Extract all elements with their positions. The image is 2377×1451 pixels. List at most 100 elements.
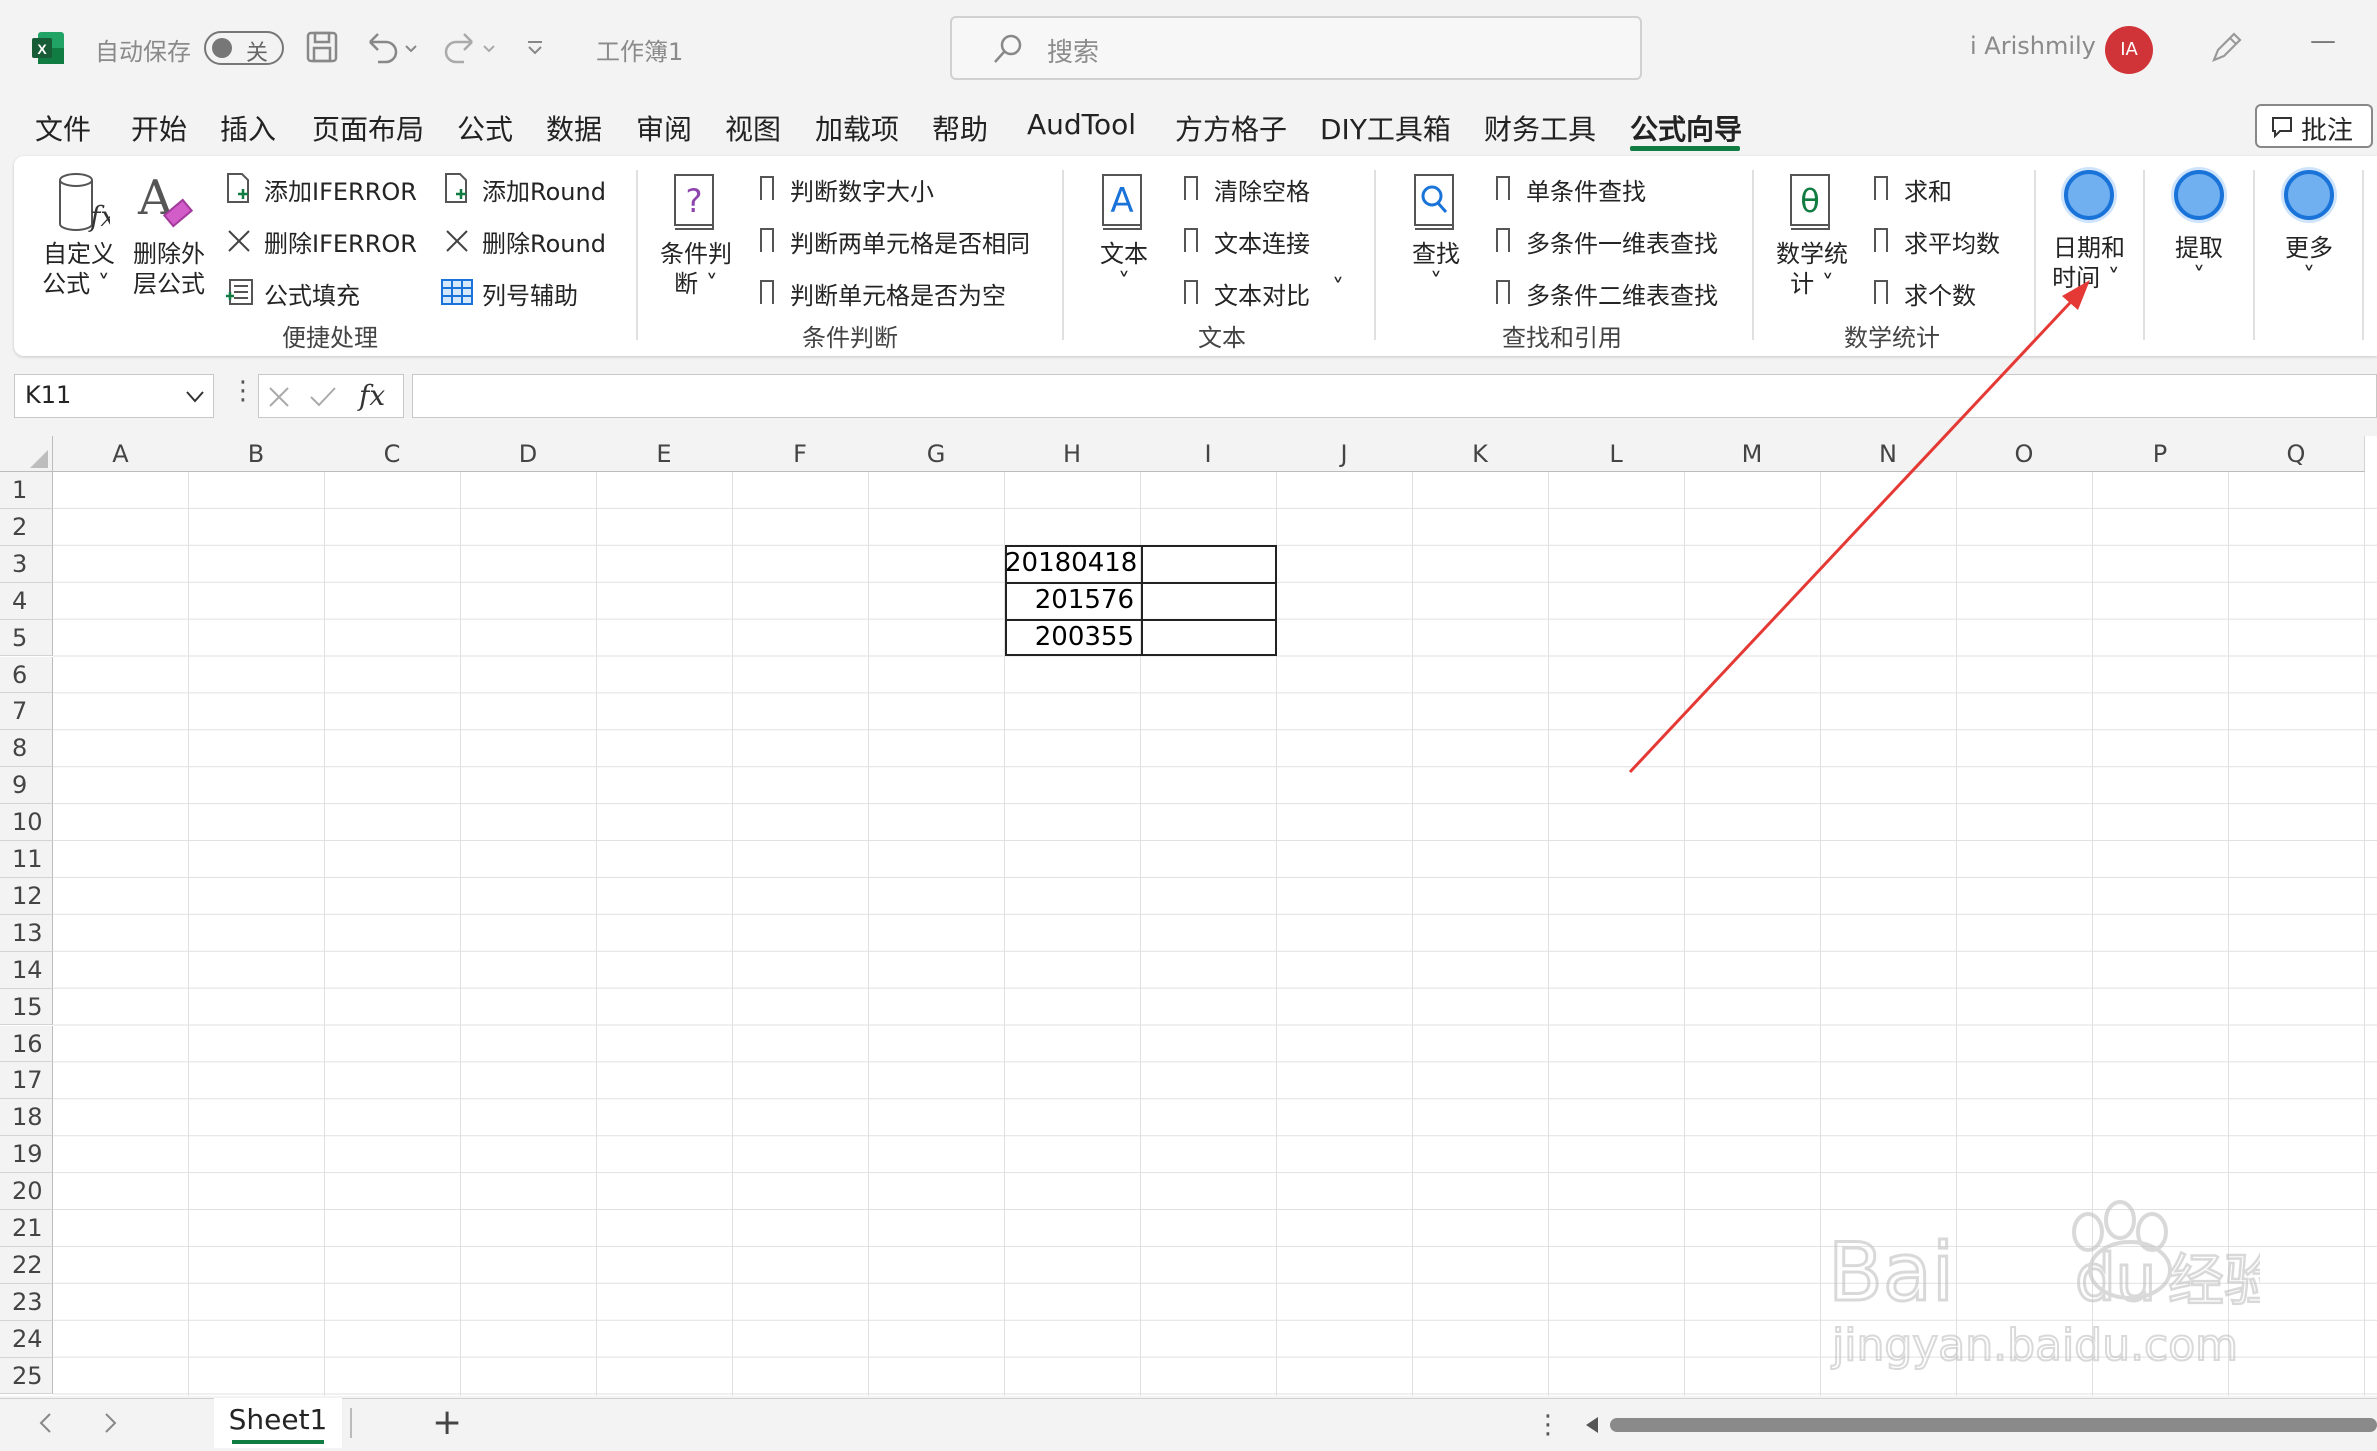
multi-condition-1d-lookup-label: 多条件一维表查找 [1526, 230, 1718, 258]
tab-data[interactable]: 数据 [546, 108, 602, 148]
tab-finance-tools[interactable]: 财务工具 [1484, 108, 1596, 148]
tab-page-layout[interactable]: 页面布局 [312, 108, 424, 148]
close-icon [228, 230, 250, 252]
scroll-left-icon[interactable] [1584, 1416, 1600, 1434]
custom-formula-label-1: 自定义 [43, 240, 115, 268]
row-header-24[interactable]: 24 [0, 1320, 53, 1358]
fill-formula-label: 公式填充 [264, 282, 360, 310]
tab-view[interactable]: 视图 [725, 108, 781, 148]
lookup-button[interactable]: 查找 ˅ [1396, 170, 1476, 305]
avatar[interactable]: IA [2105, 26, 2153, 74]
tab-fangfang[interactable]: 方方格子 [1175, 108, 1287, 148]
custom-formula-button[interactable]: fx 自定义 公式 ˅ [40, 170, 118, 305]
row-header-4[interactable]: 4 [0, 582, 53, 620]
column-header-g[interactable]: G [868, 436, 1005, 472]
row-header-12[interactable]: 12 [0, 877, 53, 915]
pen-icon[interactable] [2208, 28, 2246, 70]
chevron-right-icon[interactable] [100, 1412, 120, 1434]
row-header-7[interactable]: 7 [0, 693, 53, 731]
group-separator [2143, 170, 2145, 340]
column-header-c[interactable]: C [324, 436, 461, 472]
single-condition-lookup-label: 单条件查找 [1526, 178, 1646, 206]
tab-help[interactable]: 帮助 [932, 108, 988, 148]
cancel-icon[interactable] [267, 385, 291, 409]
chevron-down-icon[interactable] [185, 389, 205, 405]
row-header-21[interactable]: 21 [0, 1210, 53, 1247]
row-header-5[interactable]: 5 [0, 619, 53, 657]
svg-text:?: ? [686, 182, 703, 220]
row-header-15[interactable]: 15 [0, 988, 53, 1026]
tab-insert[interactable]: 插入 [220, 108, 276, 148]
comment-button[interactable]: 批注 [2255, 104, 2373, 148]
name-box[interactable]: K11 [14, 374, 214, 418]
horizontal-scrollbar[interactable] [1610, 1418, 2377, 1432]
row-header-11[interactable]: 11 [0, 841, 53, 878]
insert-function-icon[interactable]: fx [359, 379, 385, 412]
save-icon[interactable] [305, 30, 339, 68]
group-label-text: 文本 [1198, 324, 1246, 352]
tab-file[interactable]: 文件 [35, 108, 91, 148]
row-header-13[interactable]: 13 [0, 914, 53, 952]
column-header-p[interactable]: P [2092, 436, 2229, 472]
chevron-down-icon[interactable]: ˅ [1332, 274, 1344, 302]
tab-home[interactable]: 开始 [131, 108, 187, 148]
condition-judge-button[interactable]: ? 条件判 断 ˅ [656, 170, 736, 305]
row-header-16[interactable]: 16 [0, 1025, 53, 1063]
row-header-8[interactable]: 8 [0, 730, 53, 768]
more-button[interactable]: 更多 ˅ [2264, 168, 2354, 308]
group-separator [636, 170, 638, 340]
chevron-left-icon[interactable] [36, 1412, 56, 1434]
tab-audtool[interactable]: AudTool [1027, 108, 1136, 141]
tab-formula-wizard[interactable]: 公式向导 [1630, 108, 1742, 148]
check-icon[interactable] [309, 385, 337, 409]
column-header-j[interactable]: J [1276, 436, 1413, 472]
tab-diy-toolbox[interactable]: DIY工具箱 [1320, 108, 1451, 148]
column-header-d[interactable]: D [460, 436, 597, 472]
column-header-q[interactable]: Q [2228, 436, 2365, 472]
row-header-14[interactable]: 14 [0, 951, 53, 989]
theta-book-icon: θ [1790, 174, 1830, 230]
row-header-10[interactable]: 10 [0, 804, 53, 841]
row-header-6[interactable]: 6 [0, 656, 53, 694]
row-header-22[interactable]: 22 [0, 1246, 53, 1284]
customize-qat-icon[interactable] [525, 38, 545, 62]
tab-addins[interactable]: 加载项 [815, 108, 899, 148]
add-sheet-button[interactable]: + [432, 1402, 462, 1443]
column-header-h[interactable]: H [1004, 436, 1141, 472]
autosave-toggle[interactable]: 关 [204, 31, 284, 66]
tab-review[interactable]: 审阅 [636, 108, 692, 148]
row-header-17[interactable]: 17 [0, 1062, 53, 1100]
column-header-a[interactable]: A [53, 436, 189, 472]
redo-icon[interactable] [440, 30, 500, 68]
group-separator [1062, 170, 1064, 340]
extract-button[interactable]: 提取 ˅ [2154, 168, 2244, 308]
row-header-18[interactable]: 18 [0, 1099, 53, 1137]
row-header-2[interactable]: 2 [0, 508, 53, 546]
undo-icon[interactable] [362, 30, 422, 68]
row-header-20[interactable]: 20 [0, 1173, 53, 1210]
row-header-9[interactable]: 9 [0, 767, 53, 805]
column-header-f[interactable]: F [732, 436, 869, 472]
row-header-23[interactable]: 23 [0, 1283, 53, 1321]
row-header-19[interactable]: 19 [0, 1136, 53, 1174]
row-header-25[interactable]: 25 [0, 1357, 53, 1395]
autosave-label: 自动保存 [95, 38, 191, 66]
condition-label-1: 条件判 [660, 240, 732, 268]
search-box[interactable]: 搜索 [950, 16, 1642, 80]
row-header-3[interactable]: 3 [0, 545, 53, 583]
tab-formulas[interactable]: 公式 [457, 108, 513, 148]
column-header-e[interactable]: E [596, 436, 733, 472]
column-header-b[interactable]: B [188, 436, 325, 472]
more-options-icon[interactable]: ⋮ [230, 376, 256, 406]
delete-outer-formula-button[interactable]: A 删除外 层公式 [128, 170, 210, 305]
column-header-i[interactable]: I [1140, 436, 1277, 472]
svg-text:Bai: Bai [1828, 1226, 1954, 1319]
minimize-button[interactable]: — [2310, 26, 2336, 56]
more-options-icon[interactable]: ⋮ [1535, 1410, 1561, 1440]
select-all-button[interactable] [0, 436, 53, 472]
row-header-1[interactable]: 1 [0, 472, 53, 509]
judge-cells-equal-label: 判断两单元格是否相同 [790, 230, 1030, 258]
column-header-k[interactable]: K [1412, 436, 1549, 472]
bookmark-icon [1874, 176, 1888, 200]
text-button[interactable]: A 文本 ˅ [1084, 170, 1164, 305]
